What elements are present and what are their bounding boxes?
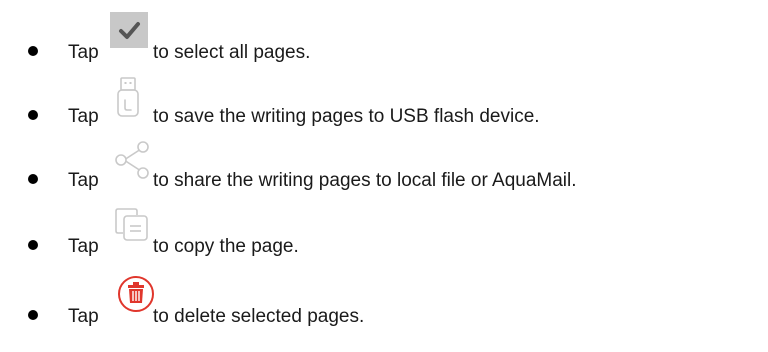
tap-label: Tap <box>68 42 99 63</box>
usb-drive-icon <box>117 77 139 117</box>
item-description: to delete selected pages. <box>153 306 365 327</box>
list-item-share: Tap to share the writing pages to local … <box>0 140 768 200</box>
item-description: to select all pages. <box>153 42 311 63</box>
bullet <box>28 46 38 56</box>
bullet <box>28 310 38 320</box>
list-item-copy: Tap to copy the page. <box>0 206 768 266</box>
list-item-delete: Tap to delete selected pages. <box>0 276 768 336</box>
bullet <box>28 174 38 184</box>
tap-label: Tap <box>68 236 99 257</box>
item-description: to save the writing pages to USB flash d… <box>153 106 540 127</box>
list-item-usb-save: Tap to save the writing pages to USB fla… <box>0 76 768 136</box>
tap-label: Tap <box>68 306 99 327</box>
bullet <box>28 240 38 250</box>
checkmark-icon <box>110 12 148 48</box>
tap-label: Tap <box>68 170 99 191</box>
item-description: to copy the page. <box>153 236 299 257</box>
list-item-select-all: Tap to select all pages. <box>0 12 768 72</box>
share-icon <box>115 141 149 179</box>
trash-icon <box>118 276 154 312</box>
bullet <box>28 110 38 120</box>
item-description: to share the writing pages to local file… <box>153 170 577 191</box>
copy-page-icon <box>115 208 148 241</box>
tap-label: Tap <box>68 106 99 127</box>
